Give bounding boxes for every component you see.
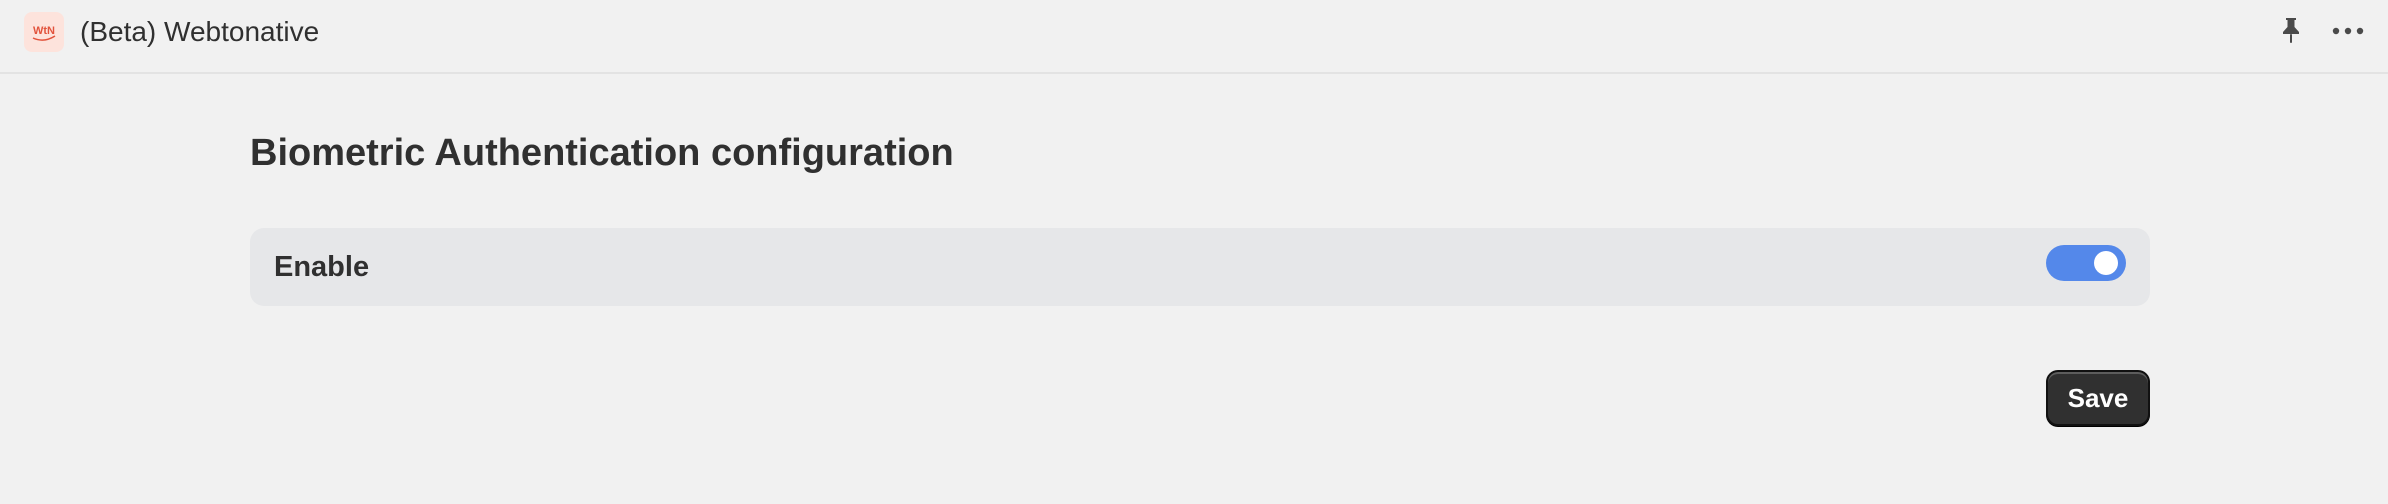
save-button[interactable]: Save — [2046, 370, 2150, 426]
more-horizontal-icon — [2332, 27, 2364, 35]
enable-toggle[interactable] — [2046, 245, 2126, 281]
more-options-button[interactable] — [2328, 14, 2368, 48]
webtonative-logo-icon: WtN — [24, 12, 64, 52]
page-title: Biometric Authentication configuration — [250, 132, 954, 174]
enable-setting-card: Enable — [250, 228, 2150, 306]
pin-icon — [2283, 18, 2299, 43]
app-title: (Beta) Webtonative — [80, 16, 320, 47]
logo-mark: WtN — [32, 25, 56, 41]
toggle-knob — [2094, 251, 2118, 275]
pin-button[interactable] — [2274, 14, 2308, 48]
top-bar: WtN (Beta) Webtonative — [0, 0, 2388, 74]
enable-label: Enable — [274, 251, 370, 283]
logo-text: WtN — [33, 25, 55, 37]
